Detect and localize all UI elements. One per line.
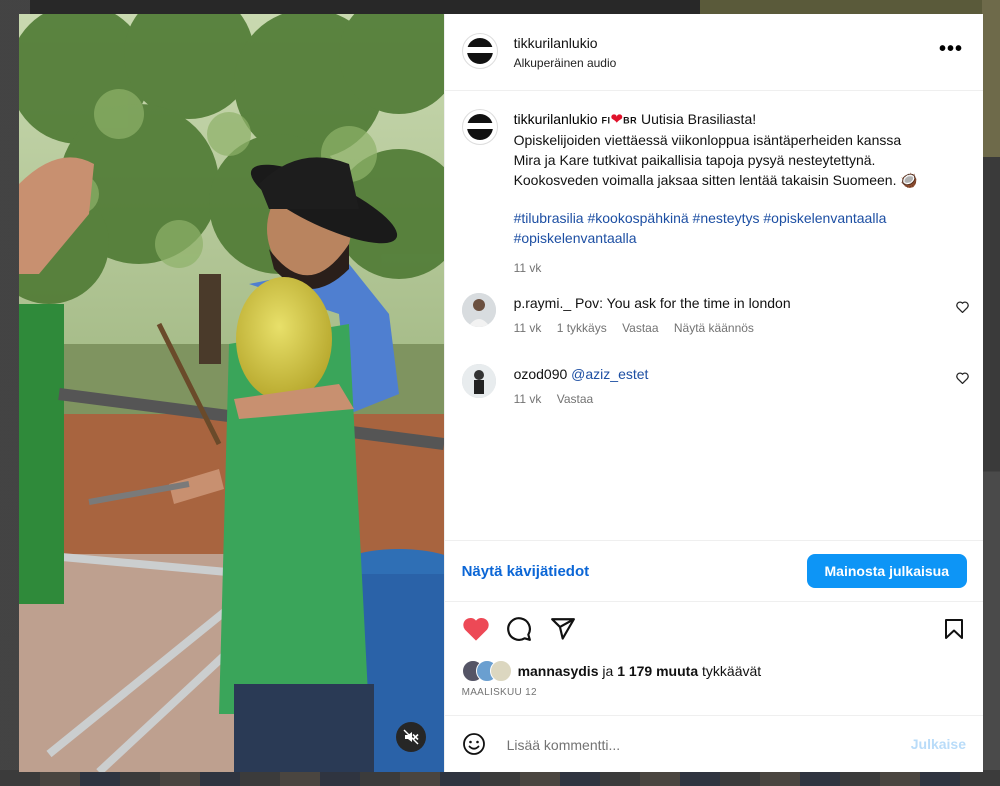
reply-button[interactable]: Vastaa [557, 392, 593, 406]
comment-icon [506, 617, 531, 641]
caption-text: Mira ja Kare tutkivat paikallisia tapoja… [513, 152, 876, 169]
share-icon [550, 618, 575, 640]
comment-input[interactable] [504, 731, 889, 759]
bookmark-icon [945, 619, 963, 639]
likes-others-link[interactable]: 1 179 muuta [617, 663, 698, 679]
avatar[interactable] [461, 33, 498, 69]
emoji-icon [462, 733, 485, 755]
comment-username[interactable]: p.raymi._ [514, 295, 572, 311]
share-button[interactable] [550, 616, 576, 647]
liker-username[interactable]: mannasydis [518, 663, 599, 679]
caption-text: Kookosveden voimalla jaksaa sitten lentä… [513, 172, 897, 189]
avatar[interactable] [461, 293, 496, 327]
post-action-icons [462, 616, 966, 646]
heart-icon [956, 372, 969, 385]
comment-timestamp[interactable]: 11 vk [514, 321, 542, 335]
comment-like-button[interactable] [956, 301, 969, 316]
post-modal: tikkurilanlukio Alkuperäinen audio ••• t… [19, 14, 983, 772]
comment: p.raymi._ Pov: You ask for the time in l… [461, 293, 969, 335]
heart-icon [956, 301, 969, 314]
mute-button[interactable] [395, 722, 426, 752]
comment-username[interactable]: ozod090 [514, 366, 568, 382]
comment-mention[interactable]: @aziz_estet [571, 366, 648, 382]
flag-fi-icon: FI [601, 115, 611, 126]
hashtags: #tilubrasilia #kookospähkinä #nesteytys … [514, 208, 953, 248]
flag-br-icon: BR [623, 115, 638, 126]
avatar-image [461, 364, 496, 398]
backdrop-strip [982, 0, 1000, 786]
add-comment-bar: Julkaise [444, 715, 983, 773]
liker-avatars[interactable] [461, 660, 518, 682]
caption-timestamp: 11 vk [513, 261, 542, 276]
comment-like-button[interactable] [956, 372, 969, 387]
translate-button[interactable]: Näytä käännös [674, 321, 754, 335]
comment-text: Pov: You ask for the time in london [575, 295, 791, 311]
view-insights-link[interactable]: Näytä kävijätiedot [462, 563, 590, 580]
heart-icon [462, 617, 489, 641]
mute-icon [403, 729, 419, 745]
comment: ozod090 @aziz_estet 11 vk Vastaa [461, 364, 969, 406]
caption-text: Opiskelijoiden viettäessä viikonloppua i… [513, 132, 902, 149]
post-date[interactable]: MAALISKUU 12 [462, 687, 537, 698]
avatar[interactable] [461, 109, 498, 145]
avatar-image [461, 293, 496, 327]
hashtag-link[interactable]: #tilubrasilia #kookospähkinä #nesteytys … [514, 210, 887, 226]
video-frame [19, 14, 444, 772]
caption-username[interactable]: tikkurilanlukio [514, 111, 598, 127]
comment-button[interactable] [506, 616, 532, 647]
audio-label[interactable]: Alkuperäinen audio [514, 56, 617, 70]
caption-text: Uutisia Brasiliasta! [640, 111, 757, 127]
avatar[interactable] [461, 364, 496, 398]
comment-timestamp[interactable]: 11 vk [514, 392, 542, 406]
post-details-panel: tikkurilanlukio Alkuperäinen audio ••• t… [443, 14, 983, 773]
save-button[interactable] [942, 616, 966, 647]
likes-suffix: tykkäävät [702, 663, 762, 679]
coconut-emoji: 🥥 [900, 172, 918, 189]
like-button[interactable] [462, 616, 490, 647]
reply-button[interactable]: Vastaa [622, 321, 658, 335]
likes-connector: ja [602, 663, 614, 679]
more-options-button[interactable]: ••• [939, 38, 963, 61]
promote-post-button[interactable]: Mainosta julkaisua [806, 554, 967, 588]
post-comment-button[interactable]: Julkaise [911, 736, 966, 752]
post-author-username[interactable]: tikkurilanlukio [514, 35, 598, 51]
post-header: tikkurilanlukio Alkuperäinen audio ••• [444, 14, 983, 91]
comment-likes[interactable]: 1 tykkäys [557, 321, 607, 335]
red-heart-emoji: ❤ [610, 111, 624, 128]
owner-actions-bar: Näytä kävijätiedot Mainosta julkaisua [444, 540, 983, 602]
emoji-button[interactable] [462, 732, 486, 761]
post-video[interactable] [19, 14, 444, 772]
hashtag-link[interactable]: #opiskelenvantaalla [514, 230, 637, 246]
avatar [489, 660, 512, 682]
post-caption: tikkurilanlukio FI❤BR Uutisia Brasiliast… [461, 109, 953, 278]
likes-summary: mannasydis ja 1 179 muuta tykkäävät [461, 660, 762, 682]
